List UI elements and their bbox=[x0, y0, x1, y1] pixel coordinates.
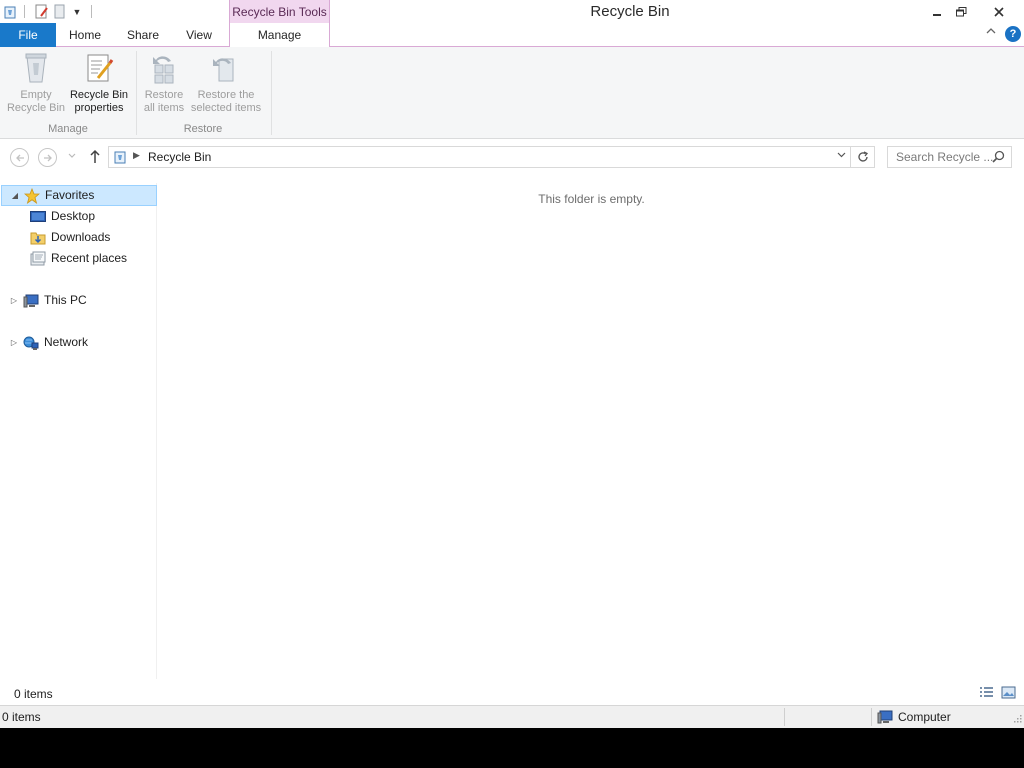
restore-selected-items-button[interactable]: Restore the selected items bbox=[189, 51, 263, 115]
window-title: Recycle Bin bbox=[590, 3, 670, 20]
up-arrow-icon bbox=[90, 149, 100, 163]
qat-separator bbox=[24, 5, 25, 18]
computer-zone-icon bbox=[877, 709, 893, 725]
details-status-line: 0 items bbox=[0, 684, 1024, 704]
ribbon-group-divider bbox=[271, 51, 272, 135]
network-icon bbox=[23, 335, 39, 351]
customize-dropdown-icon[interactable]: ▼ bbox=[69, 4, 85, 20]
tree-item-network-label: Network bbox=[44, 335, 89, 349]
restore-icon bbox=[955, 6, 966, 16]
tab-manage[interactable]: Manage bbox=[229, 23, 330, 48]
tab-share[interactable]: Share bbox=[120, 23, 166, 47]
tree-item-favorites[interactable]: ◢ Favorites bbox=[1, 185, 157, 206]
empty-folder-message: This folder is empty. bbox=[538, 192, 645, 206]
security-zone: Computer bbox=[877, 709, 951, 725]
tree-item-recent-places[interactable]: Recent places bbox=[30, 248, 127, 269]
restore-button[interactable] bbox=[950, 0, 972, 23]
back-arrow-icon bbox=[15, 154, 24, 161]
status-divider bbox=[784, 708, 785, 726]
status-bar: 0 items Computer bbox=[0, 705, 1024, 728]
context-tab-group-label: Recycle Bin Tools bbox=[229, 0, 330, 23]
recycle-bin-properties-icon bbox=[82, 51, 116, 85]
restore-selected-items-icon bbox=[209, 51, 243, 85]
recycle-bin-properties-label-2: properties bbox=[74, 102, 124, 114]
tab-view[interactable]: View bbox=[178, 23, 220, 47]
tree-item-this-pc-label: This PC bbox=[44, 293, 87, 307]
empty-recycle-bin-label-2: Recycle Bin bbox=[6, 102, 66, 114]
navigation-bar: ▶ Recycle Bin Search Recycle ... bbox=[0, 140, 1024, 174]
tree-item-downloads-label: Downloads bbox=[51, 230, 111, 244]
restore-selected-items-label-2: selected items bbox=[190, 102, 262, 114]
restore-all-items-icon bbox=[147, 51, 181, 85]
tree-item-this-pc[interactable]: ▷ This PC bbox=[9, 290, 87, 311]
tab-home[interactable]: Home bbox=[62, 23, 108, 47]
properties-icon[interactable] bbox=[33, 4, 49, 20]
tree-item-favorites-label: Favorites bbox=[45, 188, 95, 202]
title-bar: ▼ Recycle Bin Tools Recycle Bin bbox=[0, 0, 1024, 23]
computer-icon bbox=[23, 293, 39, 309]
ribbon-group-divider bbox=[136, 51, 137, 135]
up-button[interactable] bbox=[88, 148, 102, 166]
qat-separator bbox=[91, 5, 92, 18]
ribbon-group-restore-label: Restore bbox=[183, 123, 223, 135]
breadcrumb-chevron-icon[interactable]: ▶ bbox=[133, 150, 140, 161]
quick-access-toolbar: ▼ bbox=[0, 0, 98, 23]
resize-grip-icon[interactable] bbox=[1012, 714, 1022, 724]
large-icons-view-icon[interactable] bbox=[1001, 686, 1016, 700]
restore-selected-items-label-1: Restore the bbox=[197, 89, 255, 101]
restore-all-items-button[interactable]: Restore all items bbox=[138, 51, 190, 115]
restore-all-items-label-1: Restore bbox=[144, 89, 184, 101]
security-zone-label: Computer bbox=[898, 710, 951, 724]
empty-recycle-bin-button[interactable]: Empty Recycle Bin bbox=[5, 51, 67, 115]
minimize-button[interactable] bbox=[926, 0, 948, 23]
status-item-count: 0 items bbox=[2, 710, 41, 724]
tree-item-desktop-label: Desktop bbox=[51, 209, 96, 223]
refresh-button[interactable] bbox=[851, 146, 875, 168]
address-bar[interactable]: ▶ Recycle Bin bbox=[108, 146, 851, 168]
restore-all-items-label-2: all items bbox=[143, 102, 185, 114]
recycle-bin-location-icon bbox=[113, 150, 127, 164]
search-box[interactable]: Search Recycle ... bbox=[887, 146, 1012, 168]
breadcrumb-recycle-bin[interactable]: Recycle Bin bbox=[148, 150, 211, 164]
recent-places-icon bbox=[30, 251, 46, 267]
tree-item-network[interactable]: ▷ Network bbox=[9, 332, 88, 353]
star-icon bbox=[24, 187, 40, 204]
tree-item-desktop[interactable]: Desktop bbox=[30, 206, 95, 227]
downloads-folder-icon bbox=[30, 230, 46, 246]
explorer-window: ▼ Recycle Bin Tools Recycle Bin File Hom… bbox=[0, 0, 1024, 728]
help-icon[interactable]: ? bbox=[1005, 26, 1021, 42]
tree-item-downloads[interactable]: Downloads bbox=[30, 227, 110, 248]
recycle-bin-small-icon[interactable] bbox=[2, 4, 18, 20]
minimize-icon bbox=[933, 13, 941, 16]
ribbon-group-manage-label: Manage bbox=[48, 123, 88, 135]
expand-arrow-icon[interactable]: ▷ bbox=[9, 332, 19, 353]
recycle-bin-properties-label-1: Recycle Bin bbox=[69, 89, 129, 101]
search-placeholder: Search Recycle ... bbox=[896, 150, 994, 164]
empty-recycle-bin-icon bbox=[19, 51, 53, 85]
forward-button[interactable] bbox=[38, 148, 57, 167]
ribbon-panel: Empty Recycle Bin Recycle Bin properties… bbox=[0, 47, 1024, 139]
back-button[interactable] bbox=[10, 148, 29, 167]
ribbon-tab-strip: File Home Share View Manage ? bbox=[0, 23, 1024, 48]
item-count: 0 items bbox=[14, 687, 53, 701]
recent-locations-dropdown-icon[interactable] bbox=[68, 152, 76, 160]
expand-arrow-icon[interactable]: ▷ bbox=[9, 290, 19, 311]
close-button[interactable] bbox=[975, 0, 1022, 23]
details-view-icon[interactable] bbox=[979, 686, 994, 700]
desktop-icon bbox=[30, 209, 46, 225]
refresh-icon bbox=[857, 151, 868, 162]
recycle-bin-properties-button[interactable]: Recycle Bin properties bbox=[68, 51, 130, 115]
forward-arrow-icon bbox=[43, 154, 52, 161]
tree-item-recent-places-label: Recent places bbox=[51, 251, 128, 265]
tab-file[interactable]: File bbox=[0, 23, 56, 47]
empty-recycle-bin-label-1: Empty bbox=[20, 89, 52, 101]
new-folder-icon[interactable] bbox=[51, 4, 67, 20]
status-divider bbox=[871, 708, 872, 726]
search-icon[interactable] bbox=[992, 150, 1006, 164]
navigation-pane: ◢ Favorites Desktop Downloads Recent pla… bbox=[0, 183, 157, 679]
collapse-ribbon-icon[interactable] bbox=[984, 26, 998, 42]
collapse-arrow-icon[interactable]: ◢ bbox=[10, 185, 20, 206]
address-history-dropdown-icon[interactable] bbox=[837, 150, 846, 161]
close-icon bbox=[993, 6, 1004, 17]
